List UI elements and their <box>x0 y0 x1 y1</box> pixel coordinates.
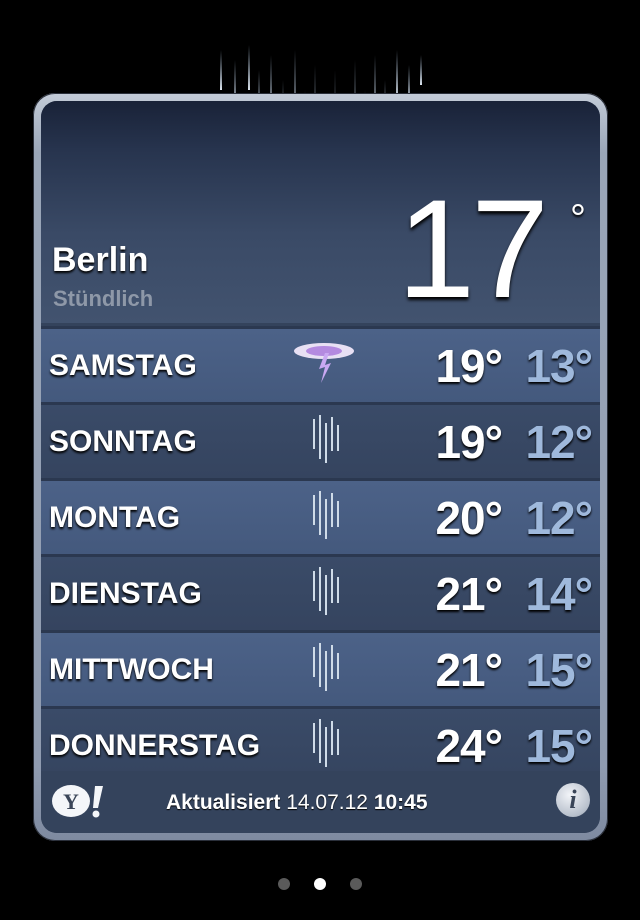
weather-card: Berlin Stündlich 17 ° SAMSTAG 19° 13° SO… <box>33 93 608 841</box>
updated-time: 10:45 <box>373 791 428 814</box>
rain-icon <box>313 567 339 615</box>
forecast-day: DONNERSTAG <box>49 728 261 762</box>
card-footer: Y Aktualisiert 14.07.12 10:45 i <box>41 771 600 833</box>
forecast-high: 19° <box>435 415 503 468</box>
current-weather-header: Berlin Stündlich 17 ° <box>41 101 600 323</box>
current-degree-symbol: ° <box>570 197 586 241</box>
yahoo-logo-letter: Y <box>63 789 79 814</box>
forecast-high: 21° <box>435 567 503 620</box>
weather-card-inner: Berlin Stündlich 17 ° SAMSTAG 19° 13° SO… <box>41 101 600 833</box>
page-dot[interactable] <box>277 878 290 890</box>
forecast-high: 24° <box>435 719 503 772</box>
yahoo-logo[interactable]: Y <box>51 784 107 818</box>
page-dot-active[interactable] <box>314 878 326 890</box>
forecast-day: SONNTAG <box>49 424 197 458</box>
thunderstorm-icon <box>294 343 354 383</box>
updated-date: 14.07.12 <box>286 791 368 814</box>
forecast-row: MONTAG 20° 12° <box>41 478 600 554</box>
forecast-low: 13° <box>525 339 593 392</box>
current-temperature: 17 <box>397 170 549 327</box>
forecast-day: DIENSTAG <box>49 576 202 610</box>
forecast-low: 14° <box>525 567 593 620</box>
forecast-row: DIENSTAG 21° 14° <box>41 554 600 630</box>
last-updated: Aktualisiert 14.07.12 10:45 <box>166 791 428 815</box>
rain-icon <box>313 643 339 691</box>
forecast-day: MONTAG <box>49 500 181 534</box>
forecast-row: SONNTAG 19° 12° <box>41 402 600 478</box>
info-button[interactable]: i <box>556 783 590 817</box>
forecast-high: 21° <box>435 643 503 696</box>
rain-icon <box>313 719 339 767</box>
updated-label: Aktualisiert <box>166 791 281 814</box>
forecast-high: 19° <box>435 339 503 392</box>
rain-icon <box>313 415 339 463</box>
city-name: Berlin <box>52 241 149 279</box>
rain-icon <box>313 491 339 539</box>
forecast-mode-label: Stündlich <box>53 286 154 311</box>
forecast-day: SAMSTAG <box>49 348 197 382</box>
forecast-day: MITTWOCH <box>49 652 214 686</box>
forecast-low: 15° <box>525 719 593 772</box>
forecast-row: MITTWOCH 21° 15° <box>41 630 600 706</box>
forecast-row: SAMSTAG 19° 13° <box>41 326 600 402</box>
forecast-list: SAMSTAG 19° 13° SONNTAG 19° 12° MONTAG 2… <box>41 326 600 782</box>
forecast-low: 15° <box>525 643 593 696</box>
page-indicator[interactable] <box>0 877 640 895</box>
forecast-low: 12° <box>525 415 593 468</box>
page-dot[interactable] <box>350 878 363 890</box>
forecast-high: 20° <box>435 491 503 544</box>
forecast-low: 12° <box>525 491 593 544</box>
